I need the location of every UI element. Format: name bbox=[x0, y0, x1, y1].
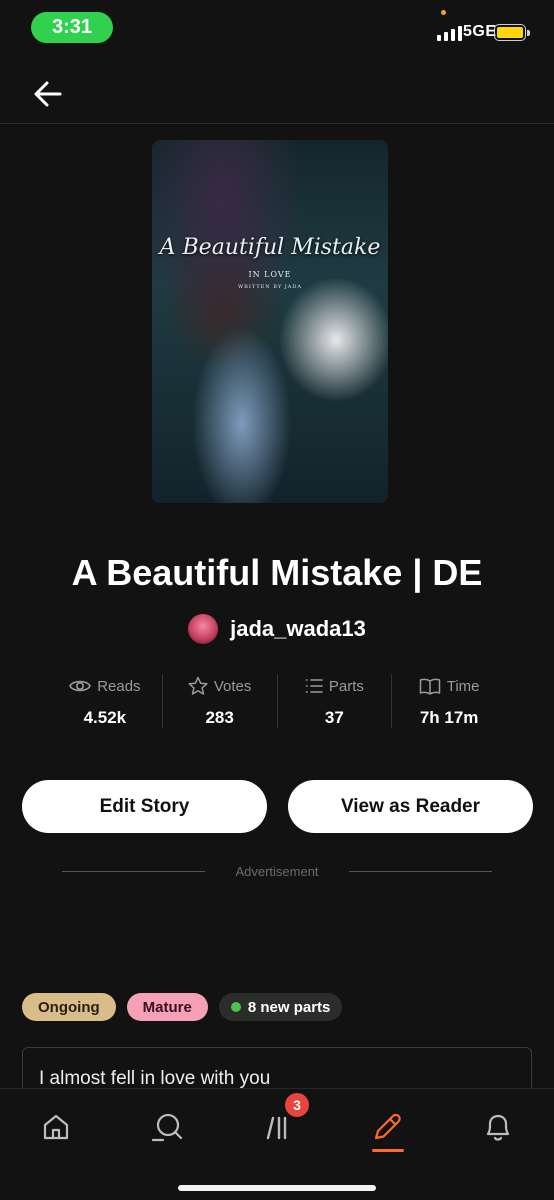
description-text: I almost fell in love with you bbox=[39, 1068, 271, 1089]
edit-story-button[interactable]: Edit Story bbox=[22, 780, 267, 833]
status-time[interactable]: 3:31 bbox=[31, 12, 113, 43]
nav-home[interactable] bbox=[36, 1107, 76, 1147]
bottom-navigation: 3 bbox=[0, 1088, 554, 1200]
bell-icon bbox=[486, 1114, 510, 1141]
author-avatar[interactable] bbox=[188, 614, 219, 644]
author-row[interactable]: jada_wada13 bbox=[0, 614, 554, 644]
privacy-indicator-dot bbox=[441, 10, 446, 15]
new-indicator-dot bbox=[230, 1002, 241, 1012]
tag-new-parts[interactable]: 8 new parts bbox=[218, 993, 343, 1021]
stat-label: Votes bbox=[213, 677, 252, 695]
stat-label: Parts bbox=[328, 677, 364, 695]
battery-icon bbox=[494, 24, 530, 41]
divider-line bbox=[348, 871, 492, 872]
star-icon bbox=[188, 676, 208, 695]
new-parts-label: 8 new parts bbox=[247, 998, 331, 1016]
advertisement-divider: Advertisement bbox=[62, 864, 492, 879]
nav-write[interactable] bbox=[367, 1107, 407, 1147]
network-type: 5GE bbox=[463, 23, 497, 40]
stat-label: Time bbox=[446, 677, 480, 695]
cover-title: A Beautiful Mistake bbox=[159, 235, 381, 260]
home-indicator[interactable] bbox=[178, 1185, 376, 1191]
tag-ongoing[interactable]: Ongoing bbox=[22, 993, 116, 1021]
app-header bbox=[0, 56, 554, 124]
book-icon bbox=[419, 678, 440, 695]
home-icon bbox=[43, 1114, 69, 1140]
write-icon bbox=[374, 1113, 401, 1140]
cover-byline: WRITTEN BY JADA bbox=[238, 284, 302, 290]
back-button[interactable] bbox=[30, 76, 66, 112]
stat-time: Time 7h 17m bbox=[391, 674, 506, 728]
cover-subtitle: IN LOVE bbox=[248, 270, 292, 279]
stat-value: 4.52k bbox=[83, 708, 127, 727]
stat-label: Reads bbox=[97, 677, 141, 695]
stat-votes: Votes 283 bbox=[161, 674, 277, 728]
stat-reads: Reads 4.52k bbox=[48, 674, 162, 728]
library-icon bbox=[266, 1116, 287, 1140]
nav-search[interactable] bbox=[147, 1107, 187, 1147]
stat-parts: Parts 37 bbox=[276, 674, 392, 728]
view-as-reader-button[interactable]: View as Reader bbox=[288, 780, 533, 833]
stat-value: 37 bbox=[324, 708, 344, 727]
story-cover[interactable]: A Beautiful Mistake IN LOVE WRITTEN BY J… bbox=[152, 140, 388, 503]
search-icon bbox=[151, 1113, 183, 1142]
story-tags: Ongoing Mature 8 new parts bbox=[22, 993, 343, 1021]
stat-value: 7h 17m bbox=[419, 708, 479, 727]
advertisement-label: Advertisement bbox=[235, 864, 319, 879]
arrow-left-icon bbox=[34, 81, 62, 107]
cellular-signal-icon bbox=[437, 25, 462, 41]
story-stats: Reads 4.52k Votes 283 Parts 37 Time 7h 1… bbox=[48, 674, 506, 728]
active-tab-indicator bbox=[372, 1149, 404, 1152]
tag-mature[interactable]: Mature bbox=[126, 993, 208, 1021]
list-icon bbox=[305, 679, 323, 693]
story-title: A Beautiful Mistake | DE bbox=[71, 552, 483, 593]
stat-value: 283 bbox=[205, 708, 234, 727]
status-bar: 3:31 5GE bbox=[0, 0, 554, 56]
eye-icon bbox=[69, 680, 92, 692]
divider-line bbox=[62, 871, 206, 872]
nav-notifications[interactable] bbox=[478, 1107, 518, 1147]
author-name[interactable]: jada_wada13 bbox=[230, 616, 366, 642]
library-badge: 3 bbox=[285, 1093, 309, 1117]
